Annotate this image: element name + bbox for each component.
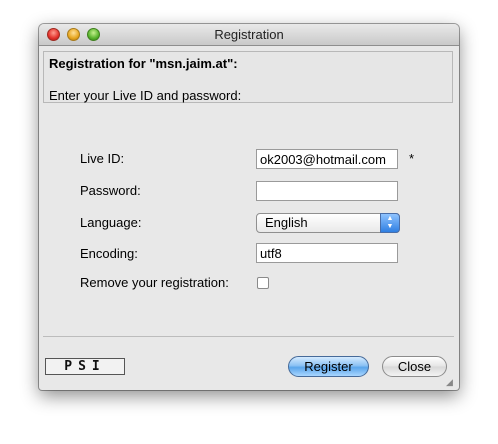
close-button[interactable]: Close [382,356,447,377]
live-id-label: Live ID: [80,151,125,166]
title-bar[interactable]: Registration [39,24,459,46]
encoding-input[interactable] [256,243,398,263]
instructions-panel: Registration for "msn.jaim.at": Enter yo… [43,51,453,103]
registration-window: Registration Registration for "msn.jaim.… [39,24,459,390]
registration-heading: Registration for "msn.jaim.at": [49,56,238,71]
window-title: Registration [214,27,284,42]
instructions-text: Enter your Live ID and password: [49,88,242,103]
psi-logo: PSI [45,358,125,375]
psi-logo-text: PSI [64,359,106,374]
remove-registration-label: Remove your registration: [80,275,229,290]
required-marker: * [409,151,415,166]
footer-divider [43,336,454,337]
password-label: Password: [80,183,141,198]
password-input[interactable] [256,181,398,201]
remove-registration-checkbox[interactable] [257,277,269,289]
select-arrows-icon: ▲ ▼ [380,213,400,233]
encoding-label: Encoding: [80,246,138,261]
resize-grip-icon[interactable]: ◢ [446,377,456,387]
language-selected-value: English [265,215,308,230]
language-select[interactable]: English ▲ ▼ [256,213,400,233]
register-button[interactable]: Register [288,356,369,377]
language-label: Language: [80,215,142,230]
live-id-input[interactable] [256,149,398,169]
